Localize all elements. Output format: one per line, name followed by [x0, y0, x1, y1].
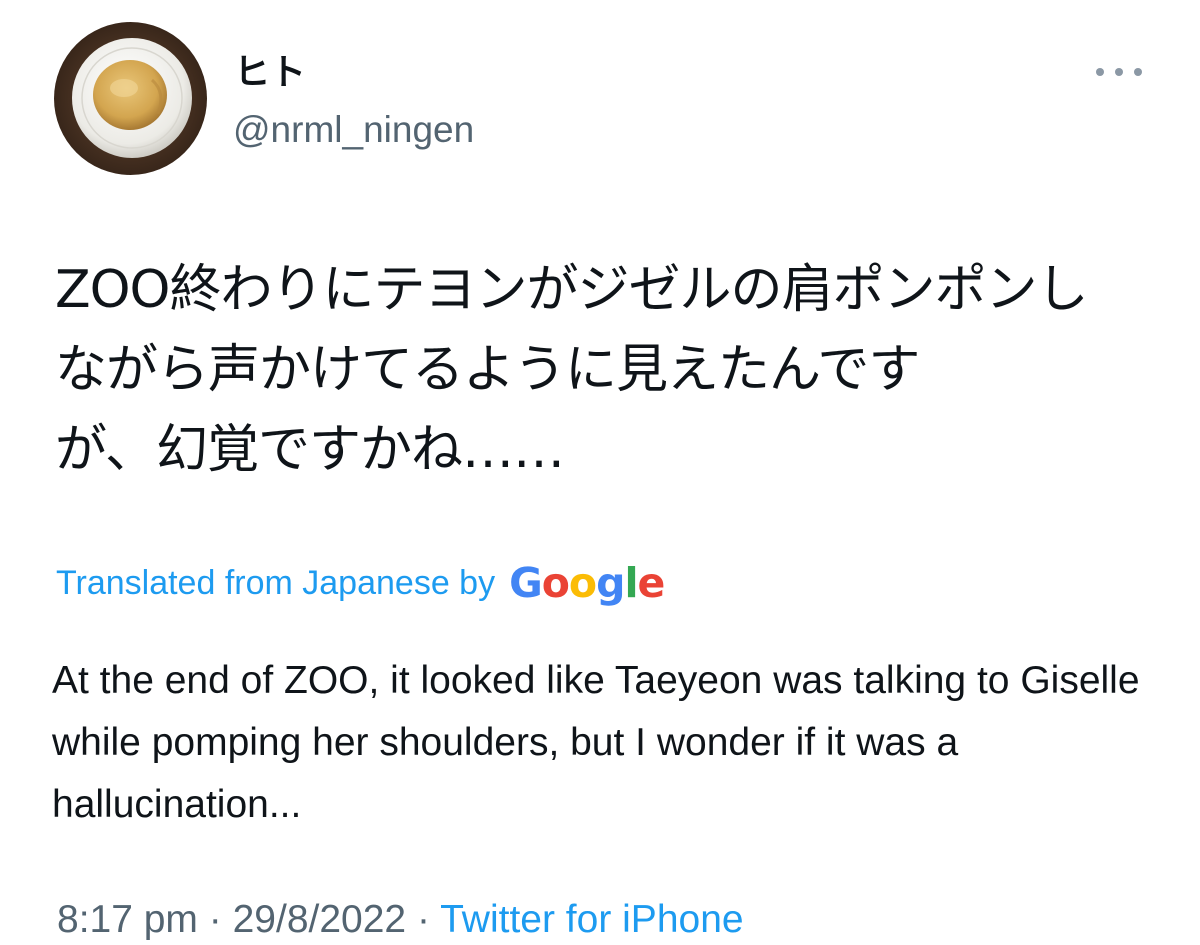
- google-logo-letter: g: [596, 559, 625, 607]
- google-logo-letter: o: [541, 559, 570, 607]
- more-options-button[interactable]: [1096, 58, 1142, 86]
- tweet-source-link[interactable]: Twitter for iPhone: [440, 898, 743, 941]
- avatar[interactable]: [54, 22, 207, 175]
- tweet-card: ヒト @nrml_ningen ZOO終わりにテヨンがジゼルの肩ポンポンし なが…: [0, 0, 1200, 943]
- google-logo-letter: o: [568, 559, 597, 607]
- translated-text: At the end of ZOO, it looked like Taeyeo…: [52, 659, 1140, 826]
- google-logo-letter: G: [509, 559, 543, 607]
- google-logo-letter: e: [637, 559, 666, 607]
- meta-separator: ·: [208, 898, 222, 941]
- more-horizontal-icon-dot: [1115, 68, 1123, 76]
- tweet-text: ZOO終わりにテヨンがジゼルの肩ポンポンし ながら声かけてるように見えたんです …: [55, 260, 1088, 480]
- pancake-plate-avatar-icon: [54, 22, 207, 175]
- more-horizontal-icon-dot: [1134, 68, 1142, 76]
- tweet-date[interactable]: 29/8/2022: [233, 898, 407, 941]
- tweet-time[interactable]: 8:17 pm: [57, 898, 198, 941]
- google-logo: Google: [509, 559, 666, 607]
- author-handle[interactable]: @nrml_ningen: [233, 108, 474, 152]
- more-horizontal-icon: [1096, 68, 1104, 76]
- author-display-name[interactable]: ヒト: [234, 52, 306, 92]
- google-logo-letter: l: [624, 559, 638, 607]
- translation-attribution[interactable]: Translated from Japanese by Google: [56, 557, 666, 609]
- translated-from-label[interactable]: Translated from Japanese by: [56, 563, 495, 603]
- meta-separator: ·: [416, 898, 430, 941]
- tweet-metadata: 8:17 pm · 29/8/2022 · Twitter for iPhone: [57, 895, 744, 945]
